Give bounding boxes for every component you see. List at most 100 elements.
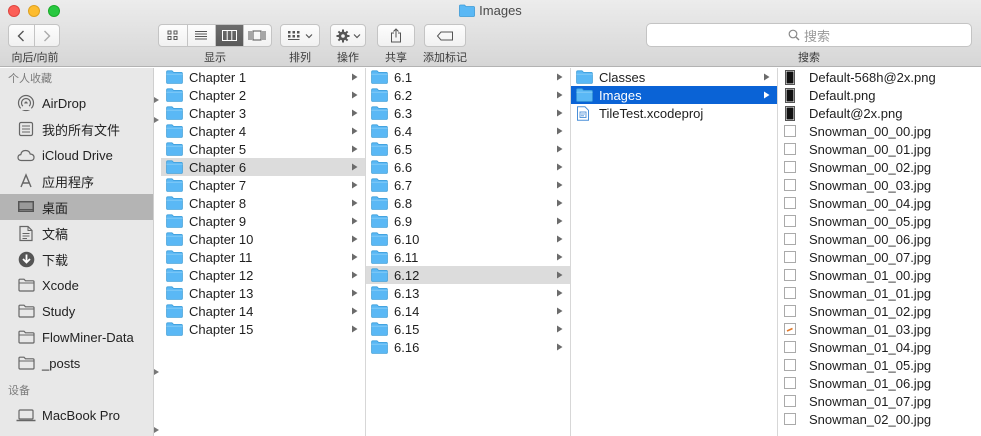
laptop-icon: [16, 406, 36, 424]
arrange-button[interactable]: [280, 24, 320, 47]
sidebar-item-all-files[interactable]: 我的所有文件: [0, 116, 153, 142]
section-folder-row[interactable]: 6.10: [366, 230, 570, 248]
sidebar-item-documents[interactable]: 文稿: [0, 220, 153, 246]
sidebar-item-airdrop[interactable]: AirDrop: [0, 90, 153, 116]
section-folder-row[interactable]: 6.1: [366, 68, 570, 86]
icon-view-button[interactable]: [159, 25, 187, 46]
image-file-row[interactable]: Snowman_00_05.jpg: [778, 212, 981, 230]
item-label: Snowman_00_05.jpg: [809, 213, 932, 229]
sidebar-item-icloud-drive[interactable]: iCloud Drive: [0, 142, 153, 168]
disclosure-arrow-icon: [351, 109, 359, 117]
section-folder-row[interactable]: 6.5: [366, 140, 570, 158]
sidebar-item-flowminer-data[interactable]: FlowMiner-Data: [0, 324, 153, 350]
image-file-row[interactable]: Snowman_00_04.jpg: [778, 194, 981, 212]
sidebar-item-label: 文稿: [42, 226, 69, 242]
image-file-row[interactable]: Snowman_01_06.jpg: [778, 374, 981, 392]
share-label: 共享: [385, 52, 407, 64]
section-folder-row[interactable]: 6.8: [366, 194, 570, 212]
image-file-row[interactable]: Default-568h@2x.png: [778, 68, 981, 86]
section-folder-row[interactable]: 6.9: [366, 212, 570, 230]
view-mode-control: [158, 24, 272, 47]
chapter-folder-row[interactable]: Chapter 5: [161, 140, 365, 158]
chapter-folder-row[interactable]: Chapter 3: [161, 104, 365, 122]
chapter-folder-row[interactable]: Chapter 4: [161, 122, 365, 140]
image-file-row[interactable]: Snowman_00_01.jpg: [778, 140, 981, 158]
section-folder-row[interactable]: 6.6: [366, 158, 570, 176]
item-label: Chapter 2: [189, 87, 247, 103]
image-file-row[interactable]: Snowman_01_00.jpg: [778, 266, 981, 284]
chapter-folder-row[interactable]: Chapter 10: [161, 230, 365, 248]
chapter-folder-row[interactable]: Chapter 14: [161, 302, 365, 320]
image-file-row[interactable]: Snowman_01_04.jpg: [778, 338, 981, 356]
sidebar-item-label: iCloud Drive: [42, 147, 113, 163]
item-label: Snowman_00_03.jpg: [809, 177, 932, 193]
arrange-label: 排列: [289, 52, 311, 64]
section-folder-row[interactable]: 6.3: [366, 104, 570, 122]
image-thumbnail-icon: [784, 142, 796, 156]
gallery-view-button[interactable]: [242, 25, 271, 46]
sidebar-item-desktop[interactable]: 桌面: [0, 194, 153, 220]
chapter-folder-row[interactable]: Chapter 1: [161, 68, 365, 86]
column-view-button[interactable]: [214, 25, 243, 46]
image-file-row[interactable]: Snowman_00_02.jpg: [778, 158, 981, 176]
image-file-row[interactable]: Snowman_00_00.jpg: [778, 122, 981, 140]
sidebar-item-label: 桌面: [42, 200, 69, 216]
list-view-button[interactable]: [186, 25, 215, 46]
section-folder-row[interactable]: 6.12: [366, 266, 570, 284]
section-folder-row[interactable]: 6.15: [366, 320, 570, 338]
image-file-row[interactable]: Snowman_00_07.jpg: [778, 248, 981, 266]
section-folder-row[interactable]: 6.2: [366, 86, 570, 104]
item-label: 6.13: [394, 285, 420, 301]
forward-button[interactable]: [33, 25, 59, 46]
search-input[interactable]: 搜索: [646, 23, 972, 47]
image-file-row[interactable]: Snowman_00_06.jpg: [778, 230, 981, 248]
chapter-folder-row[interactable]: Chapter 6: [161, 158, 365, 176]
chapter-folder-row[interactable]: Chapter 13: [161, 284, 365, 302]
action-button[interactable]: [330, 24, 366, 47]
sidebar-item-downloads[interactable]: 下载: [0, 246, 153, 272]
section-folder-row[interactable]: 6.16: [366, 338, 570, 356]
cloud-icon: [16, 146, 36, 164]
disclosure-arrow-icon: [556, 127, 564, 135]
section-folder-row[interactable]: 6.14: [366, 302, 570, 320]
image-file-row[interactable]: Default.png: [778, 86, 981, 104]
back-button[interactable]: [9, 25, 34, 46]
sidebar-item-label: _posts: [42, 355, 81, 371]
image-thumbnail-icon: [784, 412, 796, 426]
chapter-folder-row[interactable]: Chapter 12: [161, 266, 365, 284]
chapter-folder-row[interactable]: Chapter 2: [161, 86, 365, 104]
image-file-row[interactable]: Snowman_01_03.jpg: [778, 320, 981, 338]
project-folder-row[interactable]: Images: [571, 86, 777, 104]
image-file-row[interactable]: Snowman_01_02.jpg: [778, 302, 981, 320]
sidebar-item-applications[interactable]: 应用程序: [0, 168, 153, 194]
image-file-row[interactable]: Default@2x.png: [778, 104, 981, 122]
chapter-folder-row[interactable]: Chapter 9: [161, 212, 365, 230]
image-file-row[interactable]: Snowman_01_05.jpg: [778, 356, 981, 374]
project-folder-row[interactable]: Classes: [571, 68, 777, 86]
share-button[interactable]: [377, 24, 415, 47]
folder-icon: [576, 70, 593, 84]
image-file-row[interactable]: Snowman_02_00.jpg: [778, 410, 981, 428]
project-file-row[interactable]: TileTest.xcodeproj: [571, 104, 777, 122]
chapter-folder-row[interactable]: Chapter 11: [161, 248, 365, 266]
action-label: 操作: [337, 52, 359, 64]
section-folder-row[interactable]: 6.13: [366, 284, 570, 302]
section-folder-row[interactable]: 6.4: [366, 122, 570, 140]
image-file-row[interactable]: Snowman_00_03.jpg: [778, 176, 981, 194]
sidebar-item-study[interactable]: Study: [0, 298, 153, 324]
add-tag-button[interactable]: [424, 24, 466, 47]
chapter-folder-row[interactable]: Chapter 8: [161, 194, 365, 212]
image-file-row[interactable]: Snowman_01_07.jpg: [778, 392, 981, 410]
item-label: Chapter 10: [189, 231, 254, 247]
disclosure-arrow-icon: [351, 307, 359, 315]
chapter-folder-row[interactable]: Chapter 15: [161, 320, 365, 338]
share-icon: [391, 28, 401, 43]
sidebar-item-posts[interactable]: _posts: [0, 350, 153, 376]
image-file-row[interactable]: Snowman_01_01.jpg: [778, 284, 981, 302]
section-folder-row[interactable]: 6.11: [366, 248, 570, 266]
chapter-folder-row[interactable]: Chapter 7: [161, 176, 365, 194]
item-label: Snowman_01_02.jpg: [809, 303, 932, 319]
sidebar-item-xcode[interactable]: Xcode: [0, 272, 153, 298]
sidebar-item-macbook-pro[interactable]: MacBook Pro: [0, 402, 153, 428]
section-folder-row[interactable]: 6.7: [366, 176, 570, 194]
